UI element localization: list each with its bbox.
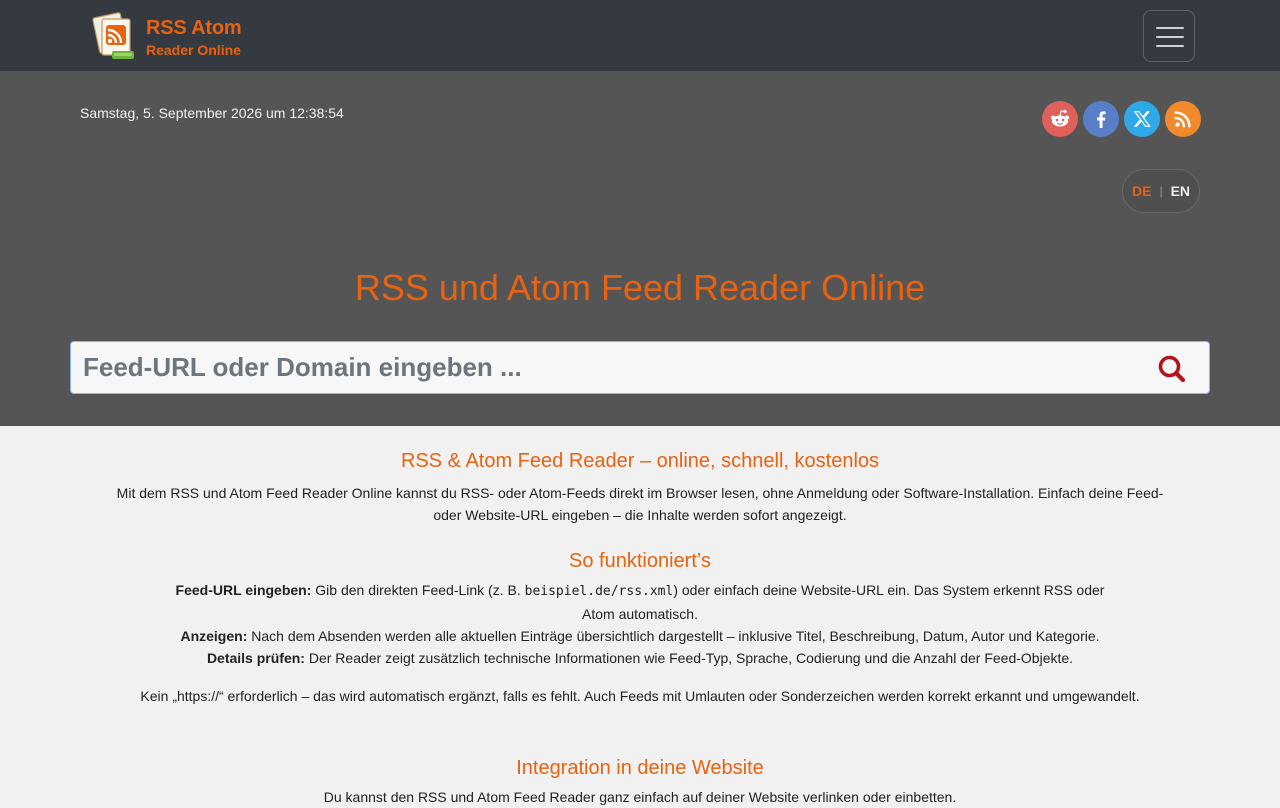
step-text: ) oder einfach deine Website-URL ein. Da…: [673, 582, 1105, 598]
rss-icon: [1172, 108, 1194, 130]
intro-heading: RSS & Atom Feed Reader – online, schnell…: [400, 450, 880, 472]
hamburger-menu-icon: [1156, 45, 1184, 47]
site-logo-link[interactable]: RSS Atom Reader Online: [90, 9, 250, 63]
step-label: Feed-URL eingeben:: [175, 582, 312, 598]
step-text: Gib den direkten Feed-Link (z. B.: [311, 582, 525, 598]
menu-toggle-button[interactable]: [1143, 10, 1195, 62]
x-share-button[interactable]: [1124, 101, 1160, 137]
facebook-icon: [1089, 107, 1113, 131]
step-display: Anzeigen: Nach dem Absenden werden alle …: [0, 625, 1280, 647]
feed-search-form: [70, 341, 1210, 394]
reddit-share-button[interactable]: [1042, 101, 1078, 137]
current-datetime: Samstag, 5. September 2026 um 12:38:54: [80, 105, 344, 121]
rss-feed-button[interactable]: [1165, 101, 1201, 137]
step-feed-url: Feed-URL eingeben: Gib den direkten Feed…: [0, 579, 1280, 603]
step-text: Der Reader zeigt zusätzlich technische I…: [304, 650, 1074, 666]
navbar: RSS Atom Reader Online: [0, 0, 1280, 71]
page-title: RSS und Atom Feed Reader Online: [354, 267, 926, 308]
example-url: beispiel.de/rss.xml: [524, 584, 674, 599]
search-button[interactable]: [1156, 353, 1188, 385]
logo-title: RSS Atom: [146, 17, 242, 39]
logo-subtitle: Reader Online: [146, 42, 241, 58]
how-it-works-heading: So funktioniert’s: [569, 550, 711, 572]
hero-section: Samstag, 5. September 2026 um 12:38:54 D…: [0, 71, 1280, 426]
step-label: Anzeigen:: [180, 628, 248, 644]
logo-icon: [90, 11, 140, 61]
step-details: Details prüfen: Der Reader zeigt zusätzl…: [0, 647, 1280, 669]
language-en-link[interactable]: EN: [1171, 183, 1190, 199]
step-text: Nach dem Absenden werden alle aktuellen …: [247, 628, 1100, 644]
hamburger-menu-icon: [1156, 36, 1184, 38]
reddit-icon: [1048, 107, 1072, 131]
intro-paragraph-line: Mit dem RSS und Atom Feed Reader Online …: [116, 485, 1164, 501]
language-switcher: DE | EN: [1122, 169, 1200, 213]
language-separator: |: [1159, 184, 1163, 198]
hamburger-menu-icon: [1156, 27, 1184, 29]
facebook-share-button[interactable]: [1083, 101, 1119, 137]
x-icon: [1131, 108, 1153, 130]
main-content: RSS & Atom Feed Reader – online, schnell…: [0, 426, 1280, 808]
step-text: Atom automatisch.: [582, 606, 698, 622]
language-de-link[interactable]: DE: [1132, 183, 1151, 199]
integration-heading: Integration in deine Website: [516, 757, 764, 779]
step-label: Details prüfen:: [206, 650, 305, 666]
feed-url-input[interactable]: [71, 342, 1131, 393]
search-icon: [1158, 355, 1186, 383]
https-note: Kein „https://“ erforderlich – das wird …: [140, 688, 1140, 704]
integration-paragraph: Du kannst den RSS und Atom Feed Reader g…: [323, 789, 957, 805]
intro-paragraph-line: oder Website-URL eingeben – die Inhalte …: [433, 507, 847, 523]
